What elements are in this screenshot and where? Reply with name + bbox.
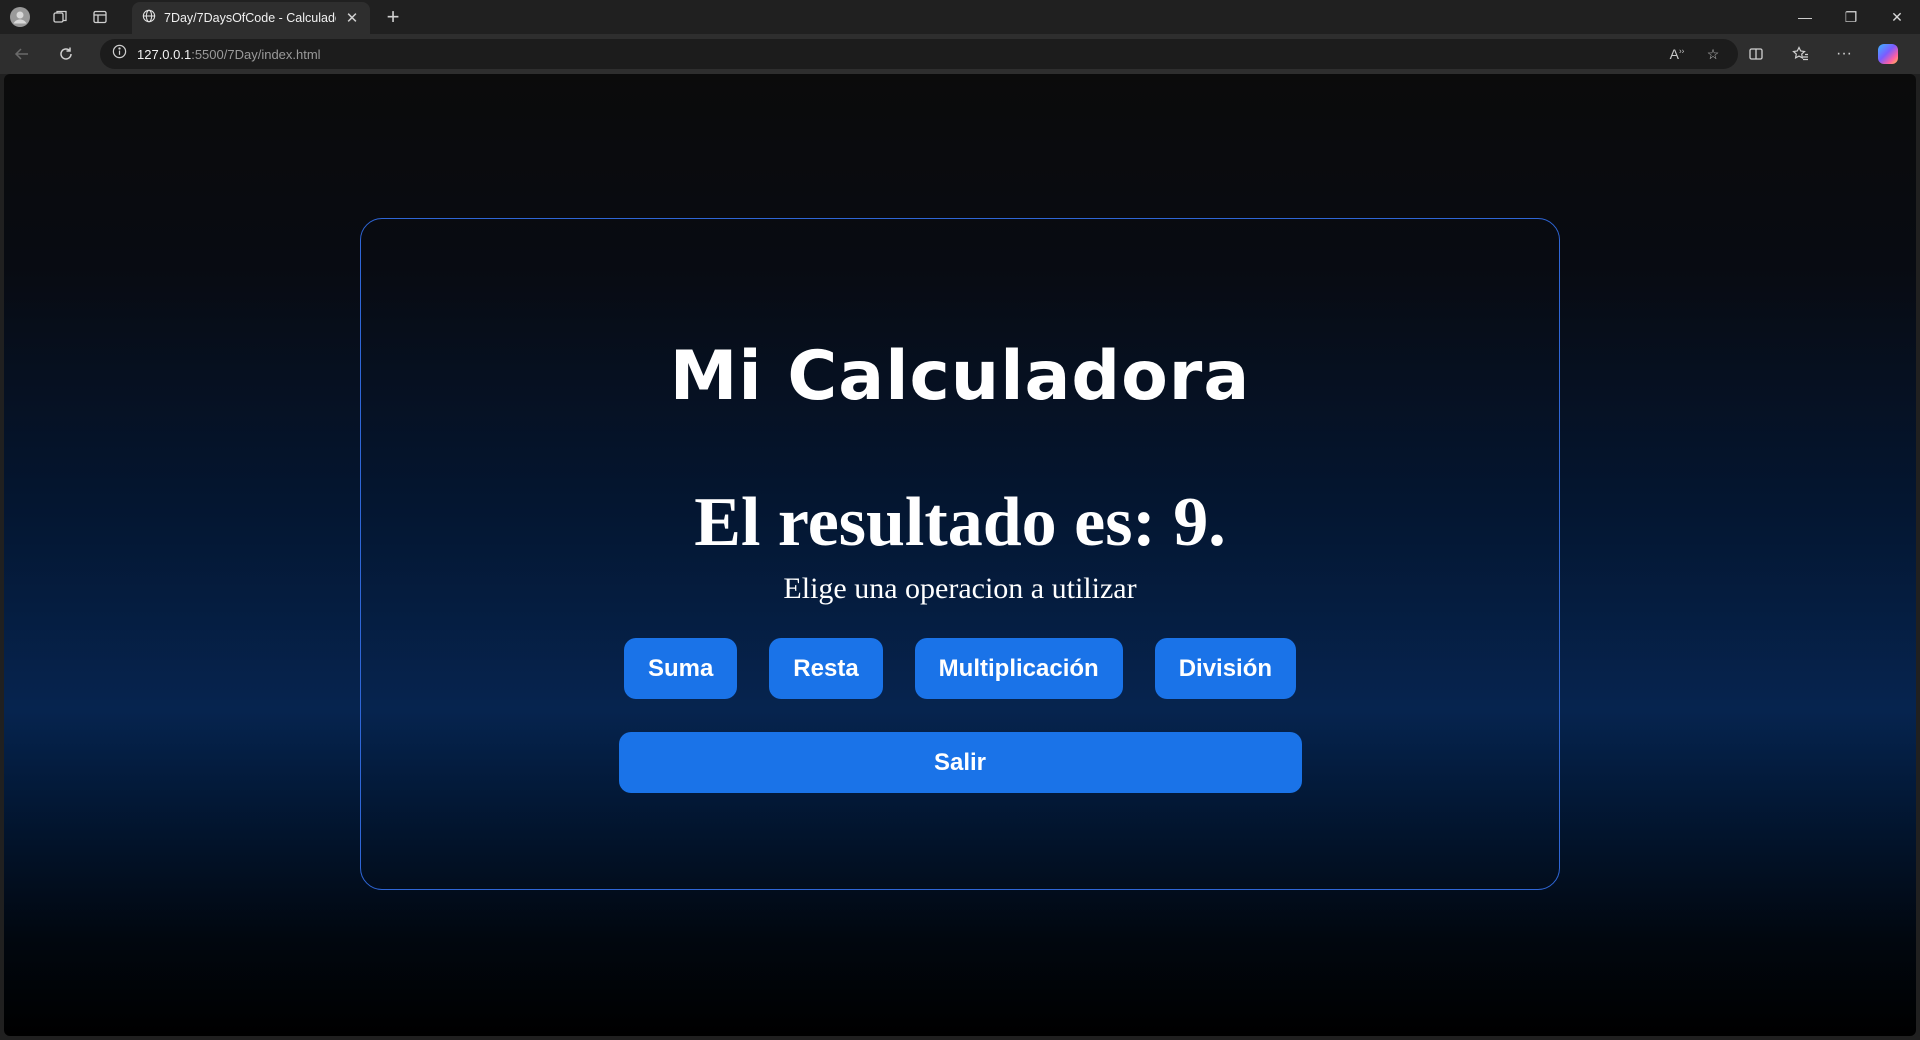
result-text: El resultado es: 9. [694,484,1226,561]
browser-tab-bar: 7Day/7DaysOfCode - Calculadora ✕ + — ❐ ✕ [0,0,1920,34]
sum-button[interactable]: Suma [623,638,738,699]
favorite-star-icon[interactable]: ☆ [1700,46,1726,63]
copilot-icon[interactable] [1866,34,1910,74]
read-aloud-icon[interactable]: A›› [1664,46,1690,62]
split-screen-icon[interactable] [1734,34,1778,74]
page-title: Mi Calculadora [669,337,1251,416]
more-options-icon[interactable]: ··· [1822,34,1866,74]
subtract-button[interactable]: Resta [769,638,883,699]
new-tab-icon[interactable]: + [376,0,410,34]
multiply-button[interactable]: Multiplicación [914,638,1123,699]
favorites-icon[interactable] [1778,34,1822,74]
site-info-icon[interactable] [112,44,127,64]
address-bar[interactable]: 127.0.0.1:5500/7Day/index.html A›› ☆ [100,39,1738,69]
operation-prompt: Elige una operacion a utilizar [783,572,1137,605]
minimize-icon[interactable]: — [1782,0,1828,34]
close-tab-icon[interactable]: ✕ [344,9,360,27]
workspaces-icon[interactable] [40,0,80,34]
toolbar-right: ··· [1734,34,1910,74]
window-close-icon[interactable]: ✕ [1874,0,1920,34]
globe-icon [142,9,156,28]
divide-button[interactable]: División [1154,638,1297,699]
active-tab[interactable]: 7Day/7DaysOfCode - Calculadora ✕ [132,2,370,34]
url-path: :5500/7Day/index.html [191,46,321,62]
tab-actions-icon[interactable] [80,0,120,34]
restore-icon[interactable]: ❐ [1828,0,1874,34]
url-host: 127.0.0.1 [137,46,192,62]
calculator-card: Mi Calculadora El resultado es: 9. Elige… [360,218,1560,890]
back-arrow-icon[interactable] [0,34,44,74]
tab-title: 7Day/7DaysOfCode - Calculadora [164,11,336,25]
url-text[interactable]: 127.0.0.1:5500/7Day/index.html [137,47,1654,62]
window-controls: — ❐ ✕ [1782,0,1920,34]
page-viewport: Mi Calculadora El resultado es: 9. Elige… [4,74,1916,1036]
profile-icon[interactable] [0,0,40,34]
refresh-icon[interactable] [44,34,88,74]
operation-buttons: Suma Resta Multiplicación División [623,638,1297,699]
browser-toolbar: 127.0.0.1:5500/7Day/index.html A›› ☆ ··· [0,34,1920,74]
exit-button[interactable]: Salir [618,732,1302,793]
